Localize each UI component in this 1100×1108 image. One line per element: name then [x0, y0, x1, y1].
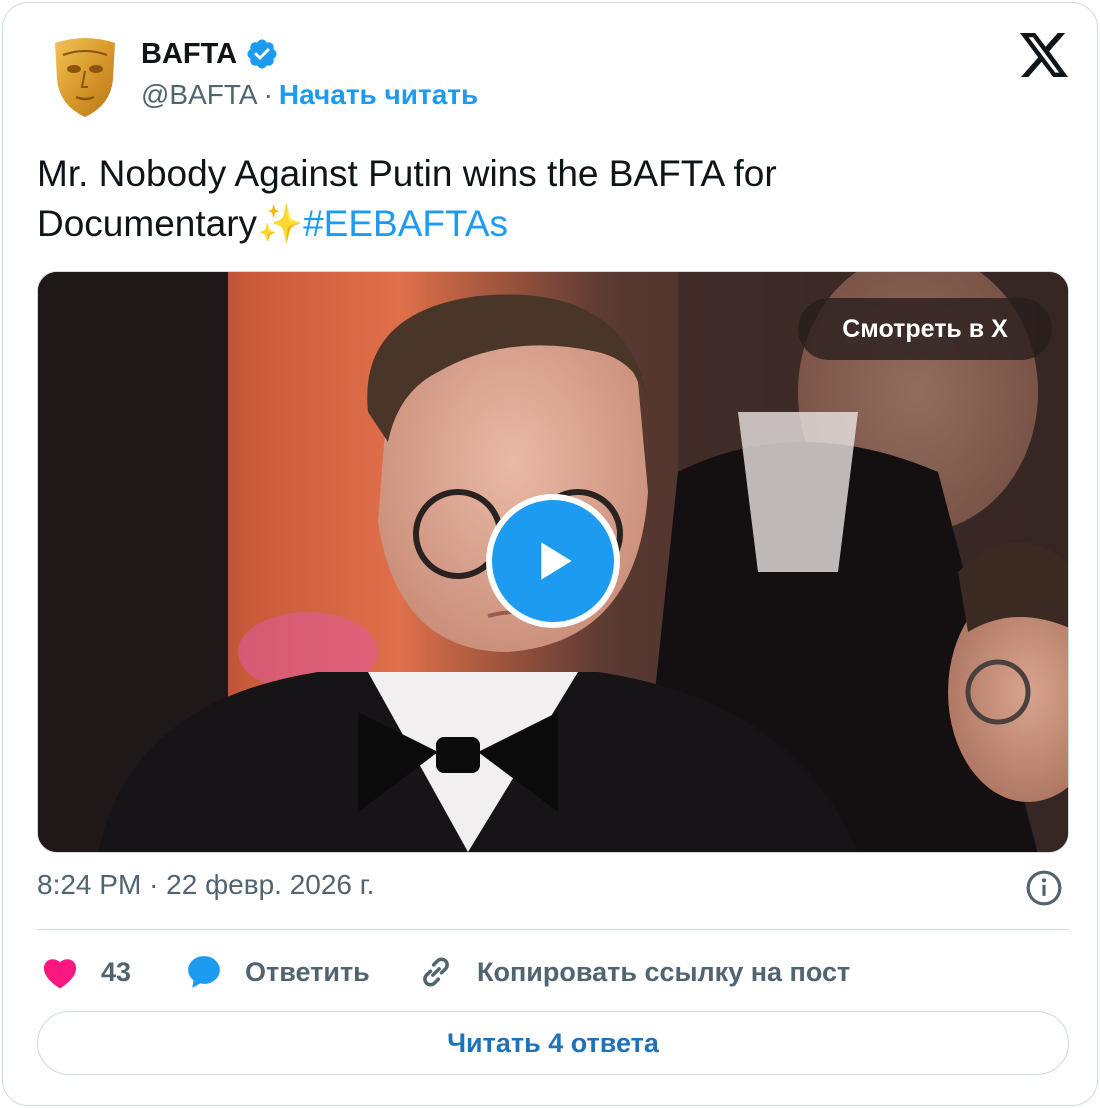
play-icon [541, 542, 572, 580]
post-date: 22 февр. 2026 г. [166, 869, 375, 900]
info-icon[interactable] [1025, 869, 1063, 907]
like-button[interactable]: 43 [41, 947, 131, 997]
divider [37, 929, 1069, 930]
account-handle[interactable]: @BAFTA [141, 79, 258, 111]
follow-link[interactable]: Начать читать [279, 79, 478, 111]
verified-badge-icon [247, 39, 277, 69]
x-logo-icon[interactable] [1019, 33, 1069, 77]
link-icon [423, 957, 449, 987]
copy-link-button[interactable]: Копировать ссылку на пост [417, 947, 850, 997]
heart-icon [43, 959, 77, 989]
timestamp-link[interactable]: 8:24 PM · 22 февр. 2026 г. [37, 869, 374, 901]
time-separator: · [149, 869, 159, 900]
read-replies-button[interactable]: Читать 4 ответа [37, 1011, 1069, 1075]
bafta-mask-logo-icon [55, 38, 115, 117]
tweet-text: Mr. Nobody Against Putin wins the BAFTA … [37, 149, 1057, 249]
copy-link-label: Копировать ссылку на пост [477, 956, 851, 987]
post-time: 8:24 PM [37, 869, 142, 900]
play-button[interactable] [486, 494, 620, 628]
account-avatar[interactable] [49, 35, 121, 119]
reply-bubble-icon [188, 956, 220, 988]
hashtag-link[interactable]: #EEBAFTAs [303, 203, 508, 244]
reply-button[interactable]: Ответить [185, 947, 370, 997]
handle-separator: · [263, 79, 273, 110]
video-thumbnail[interactable]: Смотреть в X [37, 271, 1069, 853]
watch-on-x-button[interactable]: Смотреть в X [798, 298, 1052, 360]
sparkles-emoji: ✨ [257, 203, 304, 244]
like-count: 43 [101, 956, 132, 987]
account-name[interactable]: BAFTA [141, 38, 237, 71]
reply-label: Ответить [245, 956, 370, 987]
tweet-embed-card: BAFTA @BAFTA · Начать читать Mr. Nobody … [2, 2, 1098, 1106]
